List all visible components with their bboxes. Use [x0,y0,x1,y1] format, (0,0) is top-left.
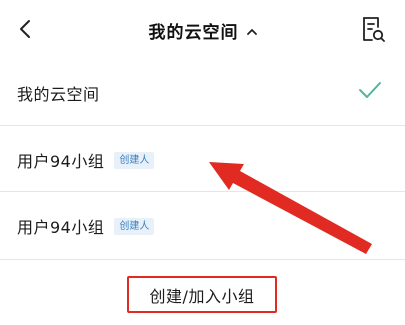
space-item-group-1[interactable]: 用户94小组 创建人 [0,127,405,193]
space-item-label: 我的云空间 [17,85,100,104]
space-item-label: 用户94小组 [17,152,105,171]
divider [0,125,405,126]
creator-badge: 创建人 [114,217,155,235]
chevron-up-icon [246,28,257,35]
document-settings-icon [363,17,385,42]
page-title: 我的云空间 [148,22,239,43]
check-icon [359,82,381,98]
space-title-dropdown[interactable]: 我的云空间 [0,17,405,43]
document-settings-button[interactable] [360,15,386,43]
space-item-label: 用户94小组 [17,218,105,237]
cloud-space-switcher: 我的云空间 我的云空间 用户94小组 创建人 用户94小组 创建人 创建/加入小… [0,0,405,325]
creator-badge: 创建人 [114,151,155,169]
header: 我的云空间 [0,0,405,58]
create-join-group-button[interactable]: 创建/加入小组 [127,276,277,313]
space-item-group-2[interactable]: 用户94小组 创建人 [0,193,405,259]
space-item-my-cloud[interactable]: 我的云空间 [0,60,405,126]
divider [0,259,405,260]
divider [0,191,405,192]
create-join-group-label: 创建/加入小组 [149,286,255,306]
